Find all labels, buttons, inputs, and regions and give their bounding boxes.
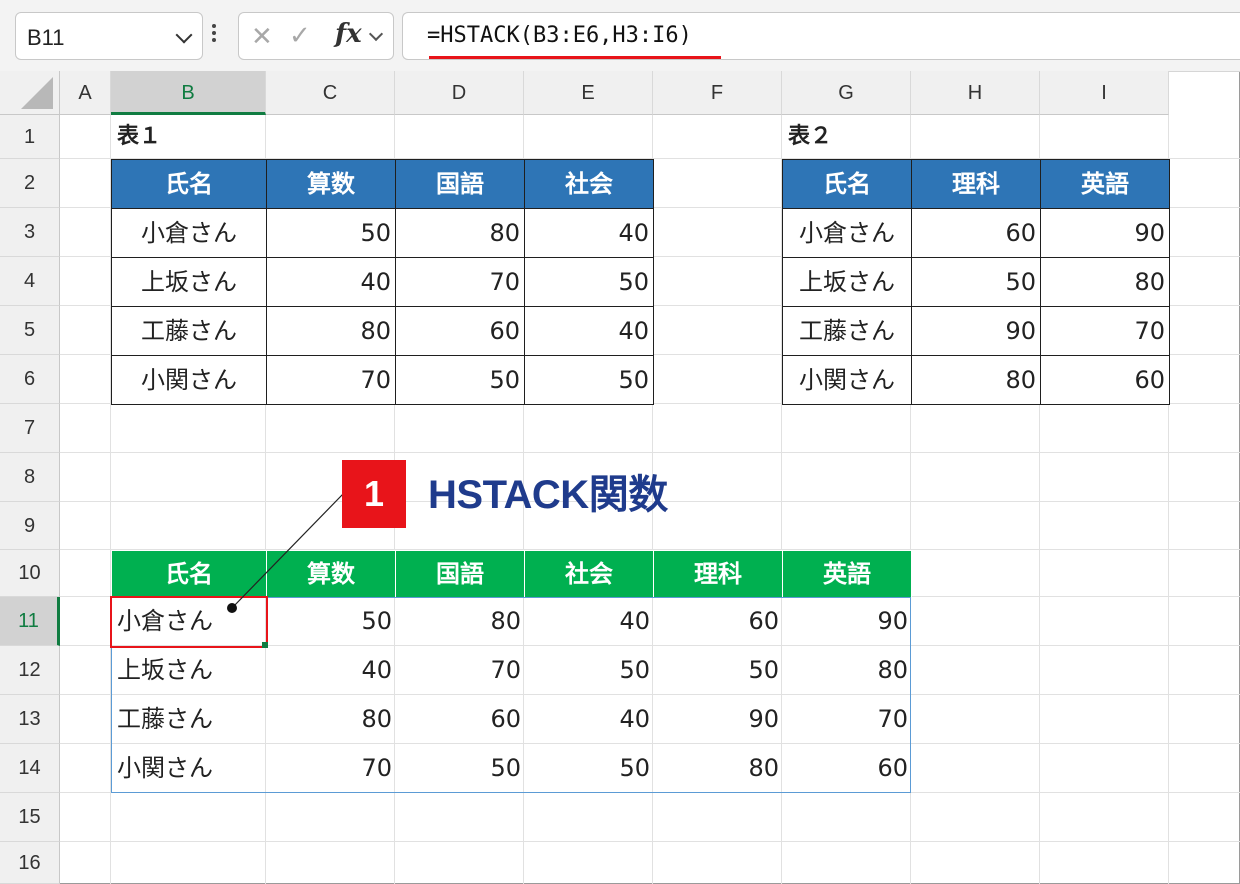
callout-number: 1	[363, 473, 385, 514]
callout-leader-line	[231, 493, 344, 609]
callout-label: HSTACK関数	[428, 473, 668, 517]
callout-leader	[227, 493, 344, 613]
callout-leader-dot	[227, 603, 237, 613]
